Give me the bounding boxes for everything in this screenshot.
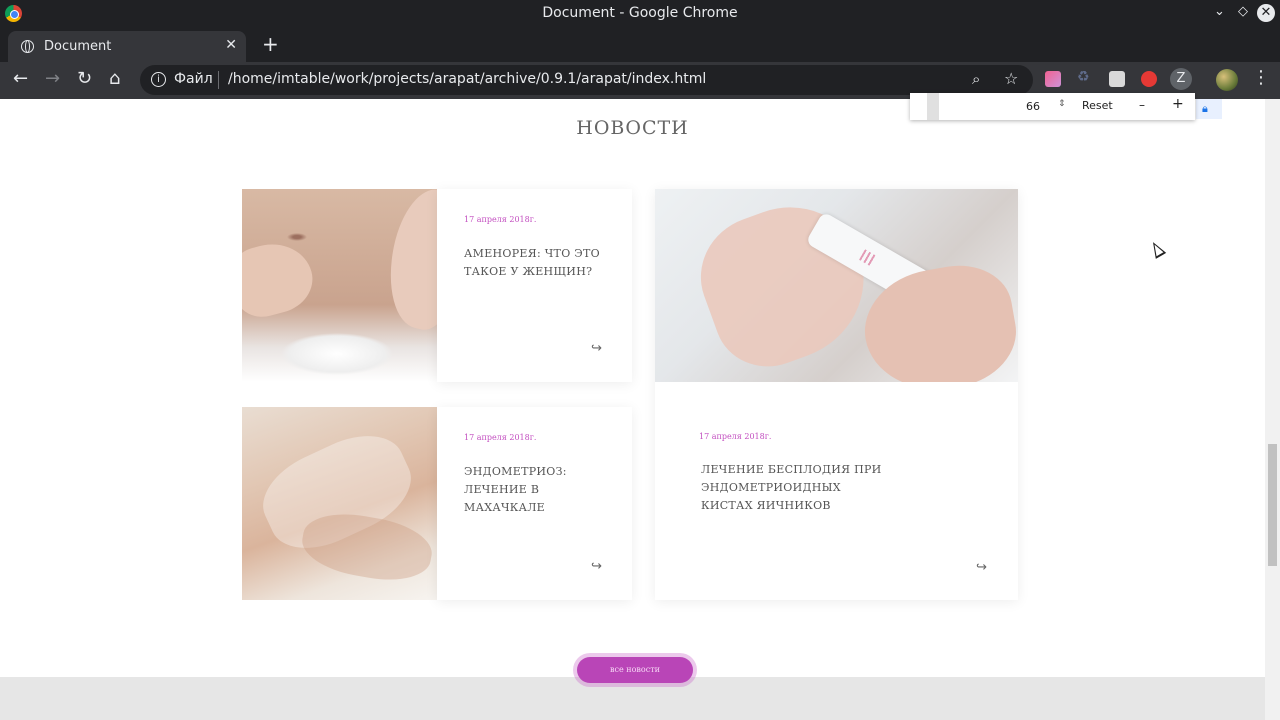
lock-panel: 🔒︎ (1196, 99, 1222, 119)
profile-avatar[interactable] (1216, 69, 1238, 91)
chrome-menu-icon[interactable]: ⋮ (1252, 67, 1270, 88)
zoom-in-button[interactable]: + (1172, 96, 1184, 112)
card-image-bed[interactable] (242, 407, 437, 600)
news-card-large[interactable]: 17 апреля 2018г. ЛЕЧЕНИЕ БЕСПЛОДИЯ ПРИ Э… (655, 189, 1018, 600)
zoom-icon[interactable]: ⌕ (972, 70, 980, 88)
image-hand-shape (242, 234, 320, 324)
all-news-button[interactable]: все новости (577, 657, 693, 683)
globe-icon (21, 40, 34, 53)
lock-icon[interactable]: 🔒︎ (1202, 102, 1208, 116)
extension-z-icon[interactable]: Z (1170, 68, 1192, 90)
section-title: НОВОСТИ (576, 117, 689, 139)
card-date: 17 апреля 2018г. (464, 433, 537, 442)
card-date: 17 апреля 2018г. (464, 215, 537, 224)
page-viewport: НОВОСТИ 17 апреля 2018г. АМЕНОРЕЯ: ЧТО Э… (0, 99, 1280, 720)
info-icon[interactable]: i (151, 72, 166, 87)
omnibox-divider (218, 71, 219, 89)
url-text[interactable]: /home/imtable/work/projects/arapat/archi… (228, 71, 706, 87)
page-scrollbar[interactable] (1265, 99, 1280, 720)
news-card[interactable]: 17 апреля 2018г. АМЕНОРЕЯ: ЧТО ЭТО ТАКОЕ… (437, 189, 632, 382)
maximize-icon[interactable]: ◇ (1238, 4, 1248, 19)
window-titlebar: Document - Google Chrome ⌄ ◇ ✕ (0, 0, 1280, 27)
card-title[interactable]: АМЕНОРЕЯ: ЧТО ЭТО ТАКОЕ У ЖЕНЩИН? (464, 245, 604, 281)
forward-icon[interactable]: → (45, 68, 60, 89)
zoom-out-button[interactable]: – (1139, 98, 1145, 112)
extension-image-icon[interactable] (1109, 71, 1125, 87)
card-date: 17 апреля 2018г. (699, 432, 772, 441)
image-hand-shape (378, 189, 437, 335)
close-window-icon[interactable]: ✕ (1257, 4, 1275, 22)
file-scheme-label: Файл (174, 71, 213, 87)
zoom-value[interactable]: 66 (1026, 100, 1040, 113)
news-card[interactable]: 17 апреля 2018г. ЭНДОМЕТРИОЗ: ЛЕЧЕНИЕ В … (437, 407, 632, 600)
tab-label: Document (44, 39, 112, 54)
tab-close-icon[interactable]: ✕ (225, 37, 237, 53)
tab-document[interactable]: Document ✕ (8, 31, 246, 62)
extension-hand-icon[interactable] (1141, 71, 1157, 87)
footer-strip (0, 677, 1265, 720)
back-icon[interactable]: ← (13, 68, 28, 89)
share-arrow-icon[interactable]: ↪ (976, 560, 987, 575)
zoom-reset-button[interactable]: Reset (1082, 99, 1113, 112)
minimize-icon[interactable]: ⌄ (1214, 4, 1225, 19)
new-tab-icon[interactable]: + (262, 32, 279, 56)
card-title[interactable]: ЭНДОМЕТРИОЗ: ЛЕЧЕНИЕ В МАХАЧКАЛЕ (464, 463, 619, 517)
bookmark-star-icon[interactable]: ☆ (1004, 69, 1018, 88)
home-icon[interactable]: ⌂ (109, 68, 120, 89)
image-hand-shape (684, 189, 886, 382)
share-arrow-icon[interactable]: ↪ (591, 341, 602, 356)
zoom-popup: 66 ⇕ Reset – + (910, 93, 1195, 120)
card-image-belly[interactable] (242, 189, 437, 382)
scrollbar-thumb[interactable] (1268, 444, 1277, 566)
address-bar[interactable]: i Файл /home/imtable/work/projects/arapa… (140, 65, 1033, 95)
card-image-pregnancy-test[interactable] (655, 189, 1018, 382)
share-arrow-icon[interactable]: ↪ (591, 559, 602, 574)
zoom-popup-handle (927, 93, 939, 120)
image-fabric-shape (297, 506, 437, 588)
extension-recycle-icon[interactable]: ♻ (1077, 69, 1093, 85)
tab-strip: Document ✕ (0, 27, 1280, 62)
extension-gradient-icon[interactable] (1045, 71, 1061, 87)
reload-icon[interactable]: ↻ (77, 68, 92, 89)
zoom-spinner-icon[interactable]: ⇕ (1058, 99, 1066, 109)
window-title: Document - Google Chrome (542, 5, 738, 21)
card-title[interactable]: ЛЕЧЕНИЕ БЕСПЛОДИЯ ПРИ ЭНДОМЕТРИОИДНЫХ КИ… (701, 461, 886, 515)
